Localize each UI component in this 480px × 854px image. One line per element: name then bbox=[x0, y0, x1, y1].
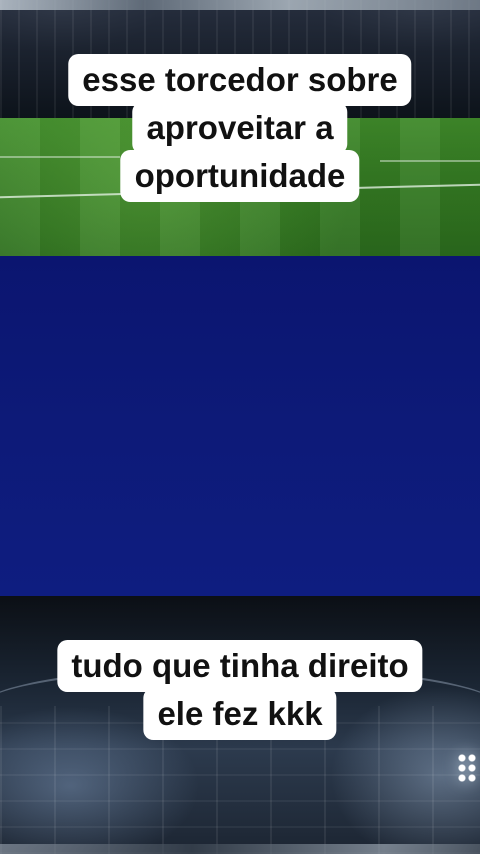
caption-bottom-line-1: tudo que tinha direito bbox=[57, 640, 423, 692]
caption-top-line-2: aproveitar a bbox=[132, 102, 348, 154]
caption-top-line-1: esse torcedor sobre bbox=[68, 54, 412, 106]
caption-bottom: tudo que tinha direito ele fez kkk bbox=[57, 640, 423, 740]
video-content-area[interactable] bbox=[0, 256, 480, 596]
stadium-roof-top bbox=[0, 0, 480, 10]
caption-bottom-line-2: ele fez kkk bbox=[143, 688, 337, 740]
caption-top: esse torcedor sobre aproveitar a oportun… bbox=[68, 54, 412, 202]
video-frame: esse torcedor sobre aproveitar a oportun… bbox=[0, 0, 480, 854]
caption-top-line-3: oportunidade bbox=[120, 150, 360, 202]
stadium-edge-bottom bbox=[0, 844, 480, 854]
floodlight-icon bbox=[456, 752, 480, 788]
